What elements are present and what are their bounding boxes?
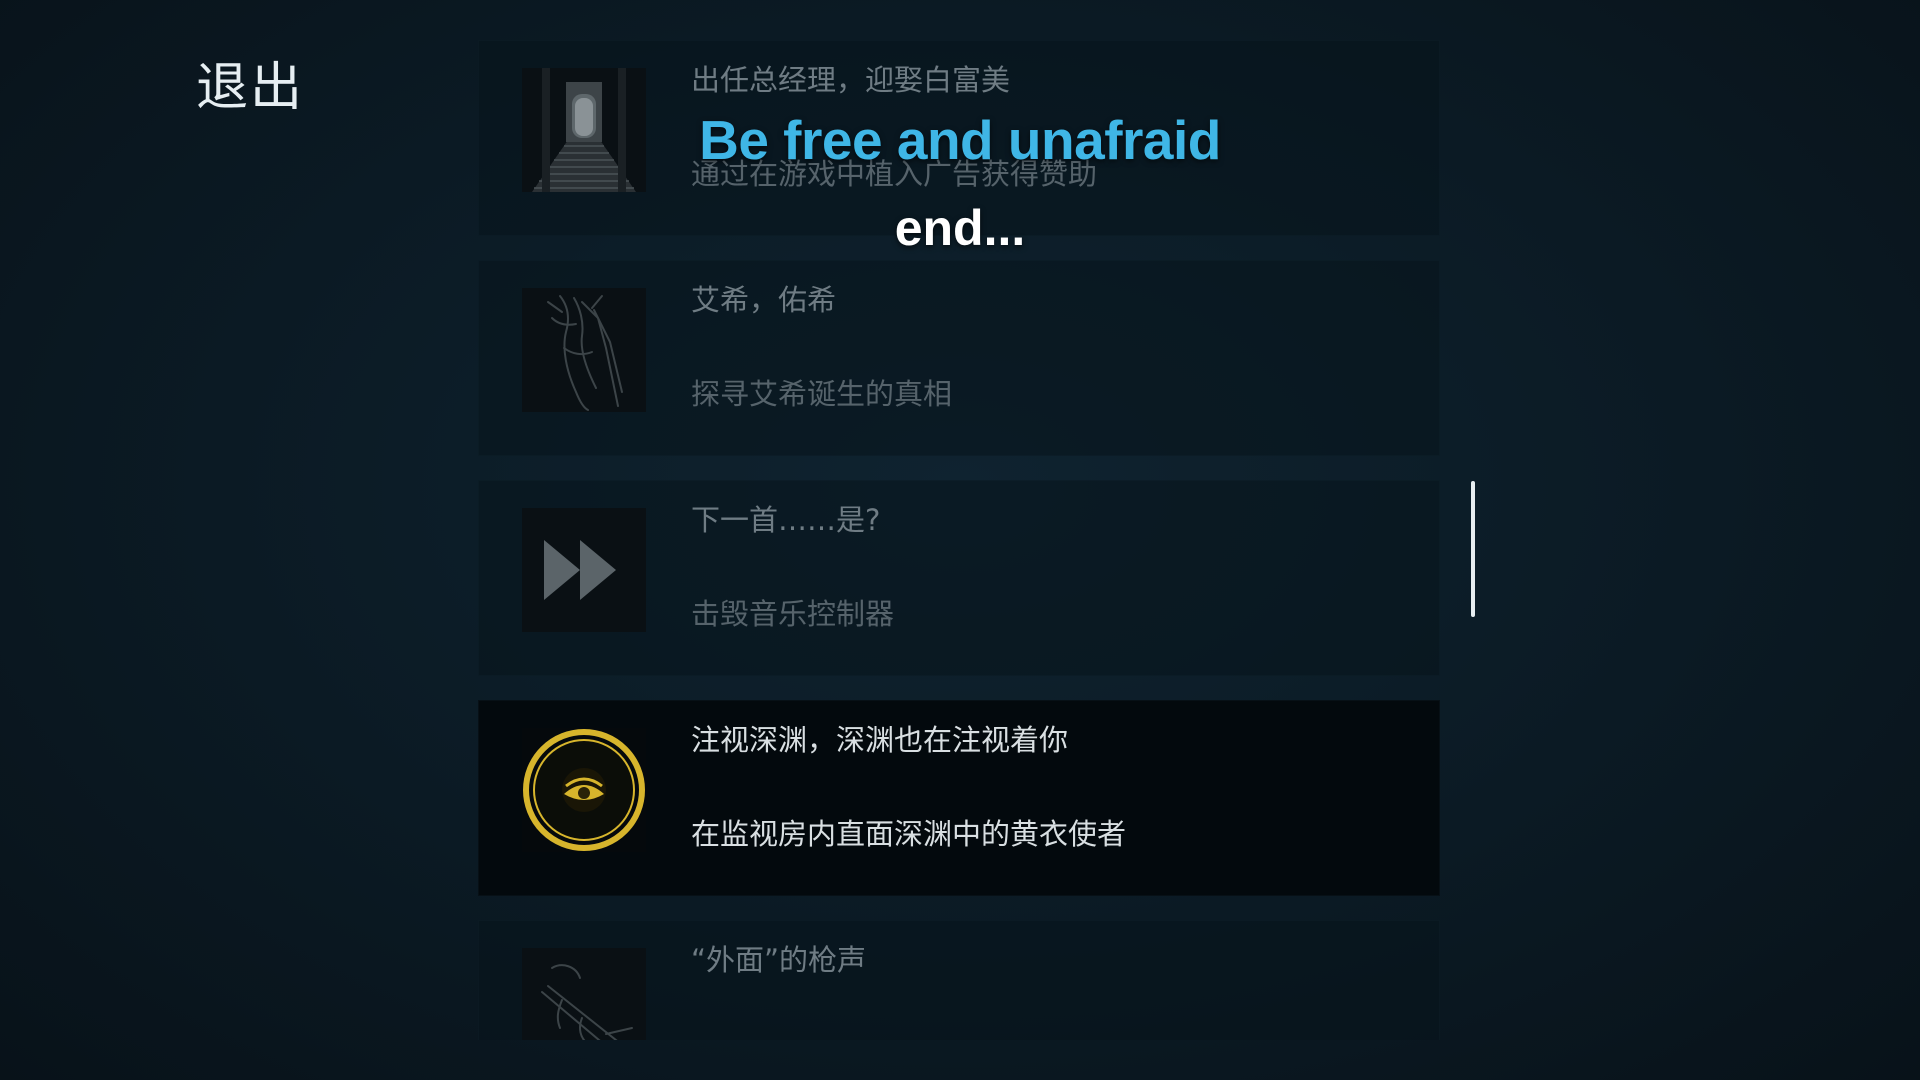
sketch-figure-icon xyxy=(522,288,646,412)
achievement-item[interactable]: 下一首……是? 击毁音乐控制器 xyxy=(478,480,1440,676)
achievement-item[interactable]: “外面”的枪声 xyxy=(478,920,1440,1040)
rifle-sketch-icon xyxy=(522,948,646,1040)
achievement-title: “外面”的枪声 xyxy=(691,943,867,977)
achievement-description: 探寻艾希诞生的真相 xyxy=(691,377,953,411)
yellow-eye-emblem-icon xyxy=(522,728,646,852)
subtitle-sub: end... xyxy=(894,200,1026,256)
achievement-description: 击毁音乐控制器 xyxy=(691,597,895,631)
fast-forward-icon xyxy=(522,508,646,632)
achievements-screen: 退出 出任总经理，迎娶白富美 通过在游戏中植入广告获得赞助 艾希，佑希 探寻艾希… xyxy=(0,0,1920,1080)
achievement-title: 注视深渊，深渊也在注视着你 xyxy=(691,723,1069,757)
achievement-item-selected[interactable]: 注视深渊，深渊也在注视着你 在监视房内直面深渊中的黄衣使者 xyxy=(478,700,1440,896)
achievement-list[interactable]: 出任总经理，迎娶白富美 通过在游戏中植入广告获得赞助 艾希，佑希 探寻艾希诞生的… xyxy=(478,40,1440,1040)
achievement-title: 出任总经理，迎娶白富美 xyxy=(691,63,1011,97)
achievement-description: 在监视房内直面深渊中的黄衣使者 xyxy=(691,817,1127,851)
achievement-title: 下一首……是? xyxy=(691,503,881,537)
subtitle-main: Be free and unafraid xyxy=(699,109,1221,171)
scrollbar-thumb[interactable] xyxy=(1471,481,1475,617)
achievement-item[interactable]: 艾希，佑希 探寻艾希诞生的真相 xyxy=(478,260,1440,456)
achievement-title: 艾希，佑希 xyxy=(691,283,837,317)
